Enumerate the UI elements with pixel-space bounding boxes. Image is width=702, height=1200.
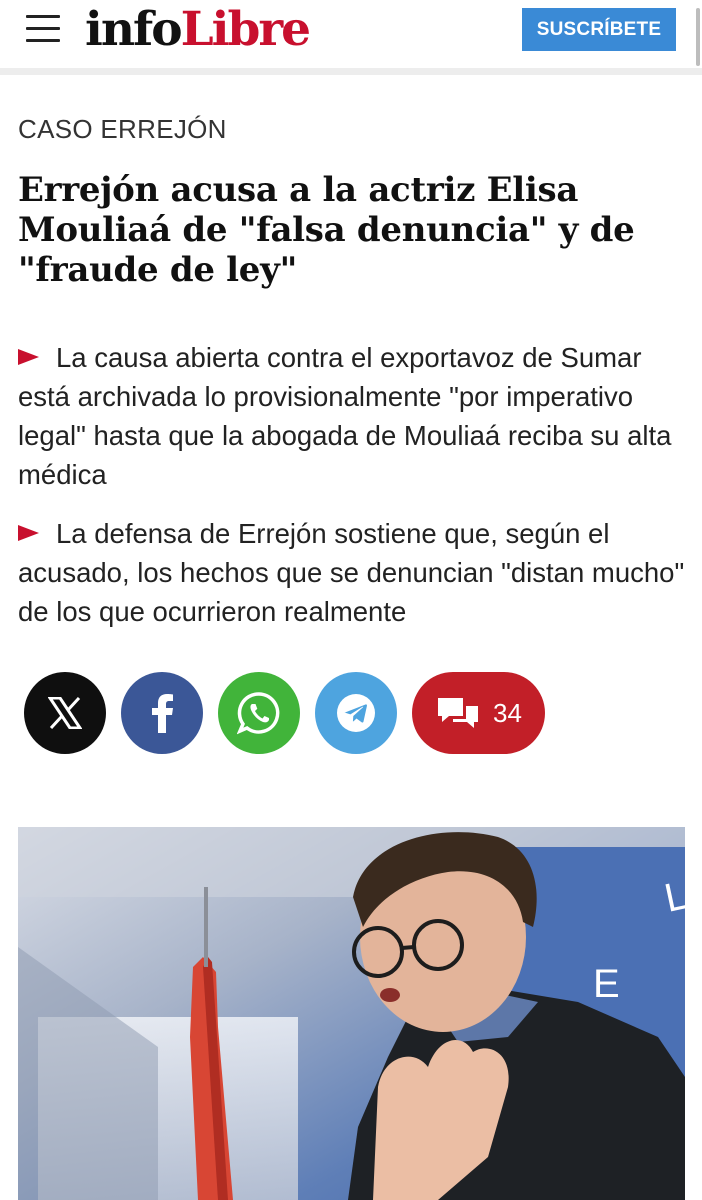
summary-bullet-text: La causa abierta contra el exportavoz de… bbox=[18, 342, 672, 490]
scrollbar[interactable] bbox=[696, 8, 700, 66]
logo-info: info bbox=[85, 2, 183, 57]
comments-count: 34 bbox=[493, 697, 522, 728]
section-label[interactable]: CASO ERREJÓN bbox=[18, 114, 227, 145]
share-x-button[interactable] bbox=[24, 672, 106, 754]
article-headline: Errejón acusa a la actriz Elisa Mouliaá … bbox=[18, 170, 635, 290]
site-logo[interactable]: infoLibre bbox=[85, 2, 311, 58]
svg-text:E: E bbox=[593, 962, 620, 1006]
summary-bullet-text: La defensa de Errejón sostiene que, segú… bbox=[18, 518, 685, 627]
facebook-icon bbox=[152, 694, 173, 733]
article-summary: La causa abierta contra el exportavoz de… bbox=[18, 338, 688, 651]
bullet-triangle-icon bbox=[18, 349, 39, 365]
logo-libre: Libre bbox=[180, 2, 311, 57]
comments-button[interactable]: 34 bbox=[412, 672, 545, 754]
article-photo[interactable]: L E O S bbox=[18, 827, 685, 1200]
whatsapp-icon bbox=[237, 692, 280, 735]
share-telegram-button[interactable] bbox=[315, 672, 397, 754]
politician-speaking-image: L E O S bbox=[18, 827, 685, 1200]
x-icon bbox=[48, 697, 82, 729]
bullet-triangle-icon bbox=[18, 525, 39, 541]
site-header: infoLibre SUSCRÍBETE bbox=[0, 0, 702, 75]
summary-bullet: La causa abierta contra el exportavoz de… bbox=[18, 338, 688, 494]
telegram-icon bbox=[337, 694, 375, 732]
comments-icon bbox=[438, 698, 479, 728]
hamburger-menu-icon[interactable] bbox=[26, 14, 60, 44]
share-whatsapp-button[interactable] bbox=[218, 672, 300, 754]
summary-bullet: La defensa de Errejón sostiene que, segú… bbox=[18, 514, 688, 631]
share-facebook-button[interactable] bbox=[121, 672, 203, 754]
subscribe-button[interactable]: SUSCRÍBETE bbox=[522, 8, 676, 51]
share-bar: 34 bbox=[0, 672, 702, 754]
